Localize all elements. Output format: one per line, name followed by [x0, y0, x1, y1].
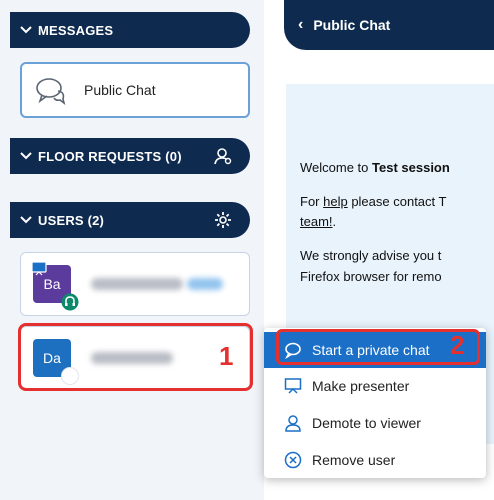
advise-line-1: We strongly advise you t: [300, 248, 442, 264]
user-icon: [285, 415, 301, 432]
avatar-initials: Ba: [43, 276, 61, 292]
session-name: Test session: [372, 160, 450, 175]
messages-section-label: MESSAGES: [38, 22, 114, 38]
chevron-down-icon: [20, 26, 32, 34]
menu-item-label: Make presenter: [312, 378, 410, 394]
user-name-blurred: [91, 278, 183, 290]
chevron-left-icon[interactable]: ‹: [298, 16, 303, 34]
avatar: Ba: [31, 261, 79, 311]
advise-line-2: Firefox browser for remo: [300, 268, 442, 284]
close-circle-icon: [284, 451, 302, 469]
help-line: For help please contact T team!.: [300, 192, 494, 232]
headset-icon: [61, 293, 79, 311]
make-presenter-item[interactable]: Make presenter: [264, 368, 486, 404]
team-suffix: .: [332, 214, 337, 230]
user-settings-icon[interactable]: [214, 147, 232, 165]
chevron-down-icon: [20, 152, 32, 160]
user-list-panel: MESSAGES Public Chat FLOOR REQUESTS (0) …: [0, 0, 264, 500]
advise-paragraph: We strongly advise you t Firefox browser …: [300, 246, 494, 286]
users-section-label: USERS (2): [38, 212, 105, 228]
help-link[interactable]: help: [323, 194, 348, 209]
chat-title: Public Chat: [313, 17, 391, 33]
chat-bubble-icon: [36, 78, 66, 105]
menu-item-label: Remove user: [312, 452, 396, 468]
demote-to-viewer-item[interactable]: Demote to viewer: [264, 405, 486, 441]
floor-requests-label: FLOOR REQUESTS (0): [38, 148, 182, 164]
team-link[interactable]: team!: [300, 214, 333, 229]
step-2-marker: 2: [450, 330, 465, 360]
floor-requests-section-header[interactable]: FLOOR REQUESTS (0): [10, 138, 250, 174]
help-prefix: For: [300, 194, 324, 210]
messages-section-header[interactable]: MESSAGES: [10, 12, 250, 48]
welcome-line: Welcome to Test session: [300, 158, 494, 178]
welcome-prefix: Welcome to: [300, 160, 373, 175]
presenter-icon: [284, 378, 302, 394]
users-section-header[interactable]: USERS (2): [10, 202, 250, 238]
highlight-box-user: [18, 323, 253, 391]
help-suffix: please contact T: [347, 194, 447, 210]
public-chat-label: Public Chat: [84, 82, 156, 98]
menu-item-label: Demote to viewer: [312, 415, 421, 431]
chevron-down-icon: [20, 216, 32, 224]
chat-header[interactable]: ‹ Public Chat: [284, 0, 494, 50]
public-chat-item[interactable]: Public Chat: [20, 62, 250, 118]
presenter-icon: [31, 261, 47, 276]
remove-user-item[interactable]: Remove user: [264, 442, 486, 478]
user-tag-blurred: [187, 278, 223, 290]
user-list-item[interactable]: Ba: [20, 252, 250, 316]
step-1-marker: 1: [219, 341, 234, 371]
gear-icon[interactable]: [214, 211, 232, 229]
